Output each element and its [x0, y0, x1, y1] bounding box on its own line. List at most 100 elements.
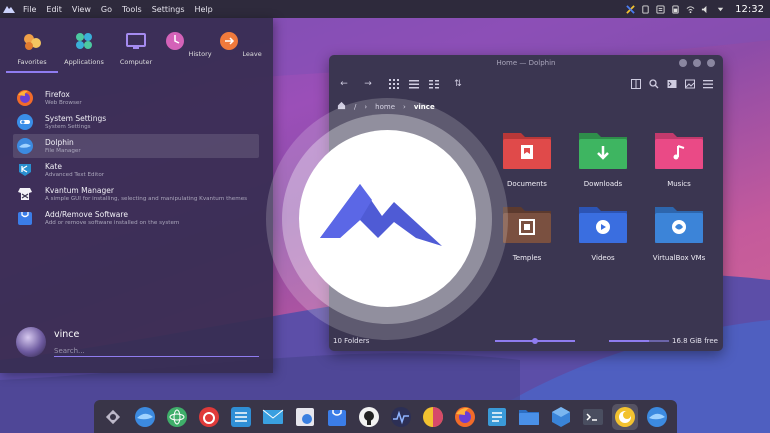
back-icon[interactable]: ← [335, 77, 353, 91]
folder-virtualbox-vms[interactable]: VirtualBox VMs [649, 203, 709, 262]
tab-computer-label: Computer [119, 58, 153, 66]
dock-item-firefox[interactable] [452, 404, 478, 430]
compact-view-icon[interactable] [425, 77, 443, 91]
tab-leave[interactable]: Leave [214, 28, 266, 66]
computer-icon [126, 33, 146, 49]
history-icon [166, 32, 185, 50]
window-title: Home — Dolphin [496, 59, 556, 67]
app-name: Dolphin [45, 137, 74, 147]
videos-folder-icon [579, 207, 627, 243]
folder-downloads[interactable]: Downloads [573, 129, 633, 188]
tab-computer[interactable]: Computer [110, 28, 162, 66]
dock-item-mail[interactable] [260, 404, 286, 430]
folder-label: Downloads [583, 180, 623, 188]
folder-label: Temples [512, 254, 542, 262]
dock-item-terminal[interactable] [580, 404, 606, 430]
forward-icon[interactable]: → [359, 77, 377, 91]
tab-history-label: History [188, 50, 212, 58]
dock-item-folder[interactable] [516, 404, 542, 430]
wifi-icon[interactable] [686, 5, 695, 14]
list-item-kvantum-manager[interactable]: Kvantum Manager A simple GUI for installi… [13, 182, 259, 206]
preview-icon[interactable] [681, 77, 699, 91]
avatar[interactable] [16, 327, 46, 357]
zoom-slider-handle[interactable] [532, 338, 538, 344]
dock-item-store[interactable] [324, 404, 350, 430]
search-input[interactable] [54, 345, 259, 357]
dock-item-system-monitor[interactable] [388, 404, 414, 430]
dock-item-plasma[interactable] [100, 404, 126, 430]
tab-favorites-label: Favorites [17, 58, 47, 66]
application-launcher: Favorites Applications Computer History … [0, 18, 273, 373]
notes-icon[interactable] [656, 4, 665, 14]
folder-label: Documents [507, 180, 547, 188]
clipboard-icon[interactable] [641, 4, 650, 14]
status-text: 10 Folders [333, 337, 370, 345]
disk-capacity-fill [609, 340, 650, 342]
list-item-firefox[interactable]: Firefox Web Browser [13, 86, 259, 110]
details-view-icon[interactable] [405, 77, 423, 91]
clock[interactable]: 12:32 [735, 4, 764, 15]
chevron-down-icon[interactable] [716, 5, 725, 14]
dock-item-virtualbox[interactable] [548, 404, 574, 430]
menu-view[interactable]: View [67, 5, 96, 14]
app-desc: File Manager [45, 147, 81, 154]
dock-item-atom[interactable] [164, 404, 190, 430]
dock-item-ksnip[interactable] [612, 403, 638, 430]
dock-item-github[interactable] [356, 404, 382, 430]
menu-settings[interactable]: Settings [147, 5, 190, 14]
folder-label: Musics [667, 180, 691, 188]
folder-musics[interactable]: Musics [649, 129, 709, 188]
dock-item-notes[interactable] [484, 404, 510, 430]
menu-help[interactable]: Help [190, 5, 218, 14]
menu-file[interactable]: File [18, 5, 41, 14]
search-icon[interactable] [645, 77, 663, 91]
list-item-add-remove-software[interactable]: Add/Remove Software Add or remove softwar… [13, 206, 259, 230]
downloads-folder-icon [579, 133, 627, 169]
kvantum-icon[interactable] [626, 4, 635, 14]
dock-item-netease-music[interactable] [196, 404, 222, 430]
atom-icon [167, 406, 187, 427]
plasma-icon [105, 409, 121, 424]
folder-label: VirtualBox VMs [652, 254, 706, 262]
maximize-button[interactable] [693, 59, 701, 67]
dock-item-dolphin-active[interactable] [644, 404, 670, 430]
user-area: vince [16, 327, 79, 357]
list-item-system-settings[interactable]: System Settings System Settings [13, 110, 259, 134]
list-item-dolphin[interactable]: Dolphin File Manager [13, 134, 259, 158]
settings-icon [231, 406, 251, 427]
menu-edit[interactable]: Edit [41, 5, 67, 14]
notes-icon [488, 407, 506, 426]
firefox-icon [455, 406, 475, 427]
kvantum-icon [18, 188, 32, 200]
close-button[interactable] [707, 59, 715, 67]
dock-item-dolphin[interactable] [132, 404, 158, 430]
menu-tools[interactable]: Tools [117, 5, 147, 14]
folder-documents[interactable]: Documents [497, 129, 557, 188]
dock-item-settings[interactable] [228, 404, 254, 430]
dock-item-screenshot[interactable] [292, 404, 318, 430]
folder-label: Videos [591, 254, 615, 262]
tab-favorites[interactable]: Favorites [6, 28, 58, 66]
tab-applications[interactable]: Applications [58, 28, 110, 66]
list-item-kate[interactable]: Kate Advanced Text Editor [13, 158, 259, 182]
store-icon [328, 409, 346, 426]
icons-view-icon[interactable] [385, 77, 403, 91]
terminal-icon[interactable] [663, 77, 681, 91]
hamburger-menu-icon[interactable] [699, 77, 717, 91]
sort-icon[interactable]: ⇅ [449, 77, 467, 91]
dock-item-theme[interactable] [420, 404, 446, 430]
system-tray: 12:32 [626, 0, 764, 18]
battery-icon[interactable] [671, 4, 680, 14]
screenshot-icon [296, 407, 314, 426]
volume-icon[interactable] [701, 5, 710, 14]
menu-go[interactable]: Go [96, 5, 117, 14]
app-menu-logo-icon[interactable] [0, 0, 18, 18]
free-space-text: 16.8 GiB free [671, 337, 718, 345]
favorites-icon [24, 34, 41, 50]
applications-icon [76, 33, 92, 49]
minimize-button[interactable] [679, 59, 687, 67]
split-view-icon[interactable] [627, 77, 645, 91]
zoom-slider[interactable] [495, 338, 575, 344]
tab-history[interactable]: History [162, 28, 214, 66]
folder-videos[interactable]: Videos [573, 203, 633, 262]
